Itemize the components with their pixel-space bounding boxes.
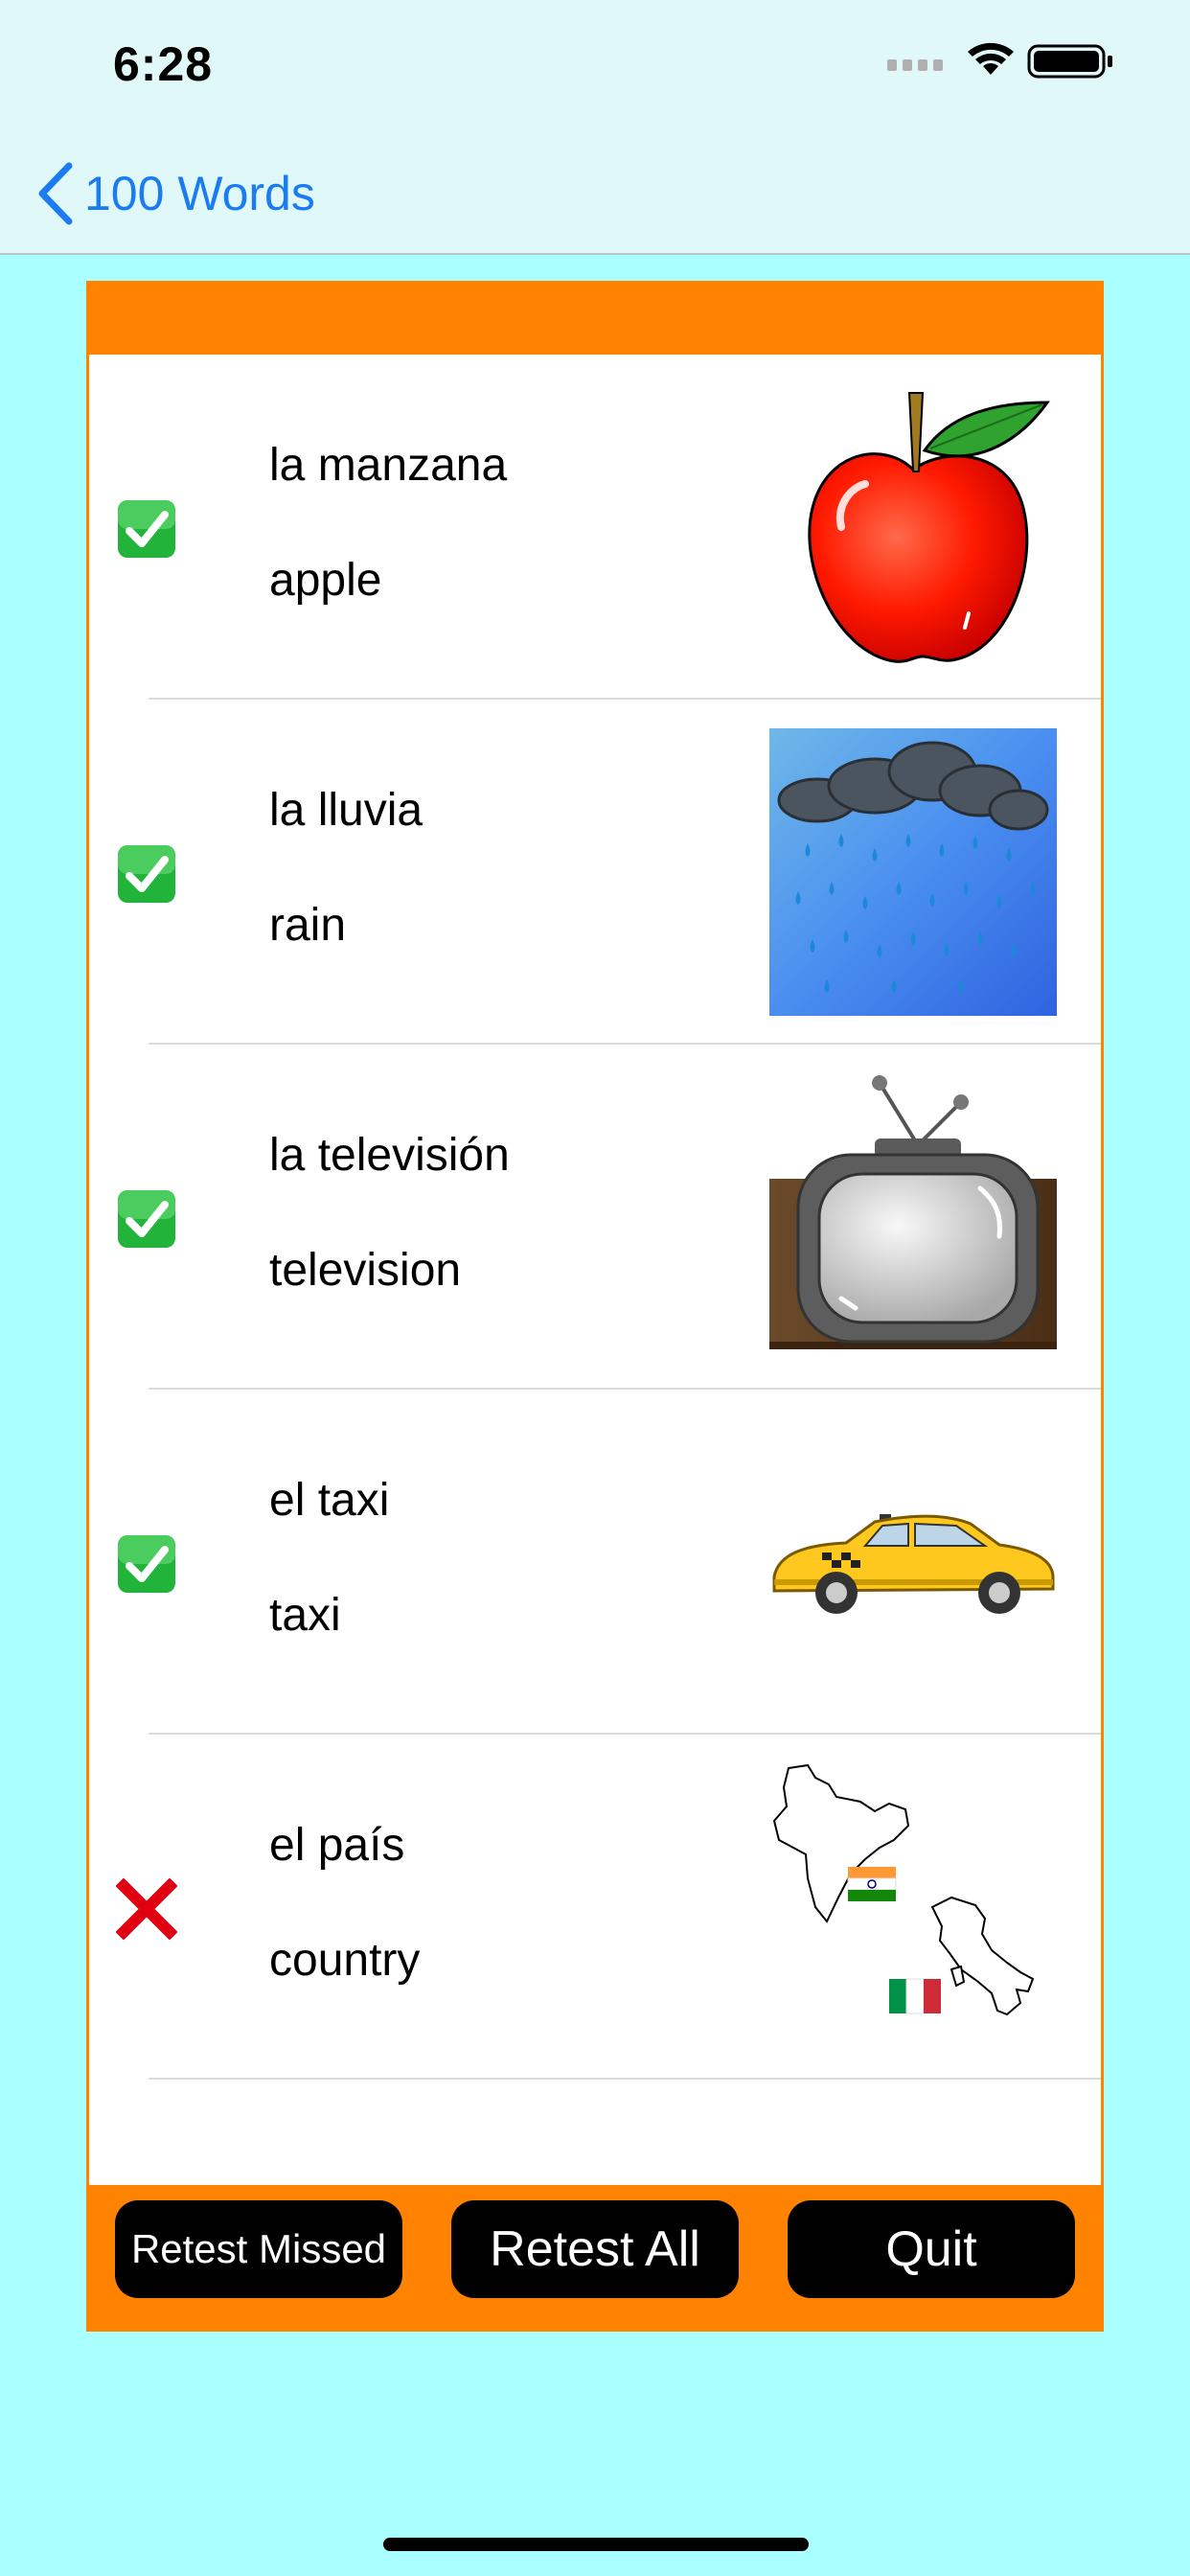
english-word: television	[269, 1245, 462, 1296]
status-time: 6:28	[113, 37, 214, 91]
retest-all-button[interactable]: Retest All	[451, 2200, 739, 2298]
country-image	[772, 1763, 1035, 2016]
back-button[interactable]: 100 Words	[34, 155, 315, 232]
signal-icon	[887, 59, 943, 71]
apple-image	[808, 392, 1050, 663]
spanish-word: la lluvia	[269, 785, 423, 836]
list-item[interactable]: el taxi taxi	[89, 1390, 1101, 1735]
back-label: 100 Words	[84, 167, 315, 220]
rain-image	[769, 728, 1057, 1016]
word-list[interactable]: la manzana apple la lluvia rain la telev…	[89, 355, 1101, 2080]
results-panel: la manzana apple la lluvia rain la telev…	[86, 281, 1104, 2332]
retest-missed-button[interactable]: Retest Missed	[115, 2200, 402, 2298]
check-icon	[118, 1190, 175, 1248]
spanish-word: el país	[269, 1820, 405, 1871]
list-item[interactable]: la manzana apple	[89, 355, 1101, 700]
navigation-bar: 100 Words	[0, 134, 1190, 255]
action-bar: Retest Missed Retest All Quit	[89, 2185, 1101, 2329]
list-item[interactable]: el país country	[89, 1735, 1101, 2080]
english-word: apple	[269, 555, 382, 606]
list-item[interactable]: la televisión television	[89, 1045, 1101, 1390]
english-word: rain	[269, 900, 347, 951]
status-icons	[887, 42, 1112, 79]
list-item[interactable]: la lluvia rain	[89, 700, 1101, 1045]
home-indicator[interactable]	[383, 2538, 809, 2551]
spanish-word: la televisión	[269, 1130, 510, 1181]
spanish-word: la manzana	[269, 440, 508, 491]
quit-button[interactable]: Quit	[788, 2200, 1075, 2298]
english-word: country	[269, 1935, 421, 1986]
television-image	[769, 1075, 1057, 1349]
chevron-left-icon	[38, 162, 73, 225]
check-icon	[118, 500, 175, 558]
check-icon	[118, 1535, 175, 1593]
row-divider	[149, 2078, 1101, 2080]
cross-icon	[116, 1878, 177, 1940]
wifi-icon	[968, 42, 1014, 75]
taxi-image	[772, 1514, 1055, 1614]
spanish-word: el taxi	[269, 1475, 390, 1526]
status-bar: 6:28	[0, 0, 1190, 134]
battery-icon	[1027, 44, 1112, 79]
italy-flag-icon	[889, 1978, 941, 2014]
english-word: taxi	[269, 1590, 341, 1641]
india-flag-icon	[847, 1867, 897, 1901]
check-icon	[118, 845, 175, 903]
panel-header	[89, 284, 1101, 355]
